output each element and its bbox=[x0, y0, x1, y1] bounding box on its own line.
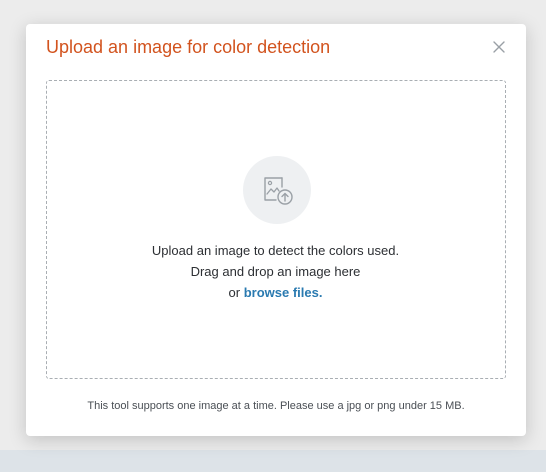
close-icon bbox=[493, 41, 505, 53]
browse-prefix: or bbox=[228, 285, 244, 300]
drag-drop-hint: Drag and drop an image here bbox=[190, 264, 361, 279]
drop-zone[interactable]: Upload an image to detect the colors use… bbox=[46, 80, 506, 379]
browse-files-link[interactable]: browse files. bbox=[244, 285, 323, 300]
file-requirements-note: This tool supports one image at a time. … bbox=[87, 400, 465, 412]
close-button[interactable] bbox=[490, 38, 508, 56]
page-bottom-strip bbox=[0, 450, 546, 472]
drop-instruction: Upload an image to detect the colors use… bbox=[151, 243, 400, 258]
upload-dialog: Upload an image for color detection Uplo… bbox=[26, 24, 526, 436]
browse-line: or browse files. bbox=[47, 282, 504, 303]
dialog-title: Upload an image for color detection bbox=[46, 37, 331, 57]
upload-icon-container[interactable] bbox=[243, 156, 311, 224]
image-upload-icon bbox=[264, 177, 293, 205]
